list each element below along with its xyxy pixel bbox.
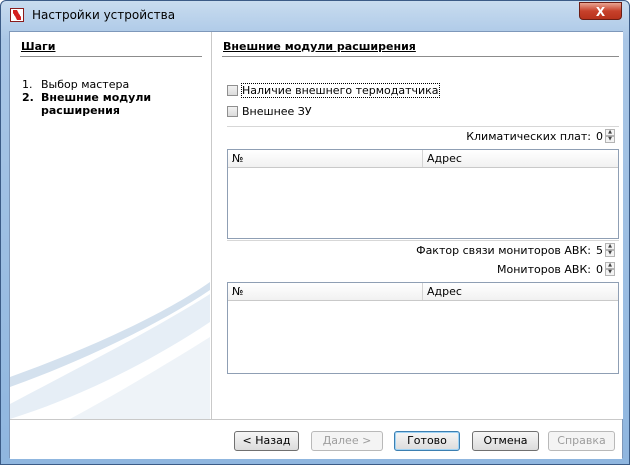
- spinner-up-icon[interactable]: ▲: [605, 243, 615, 250]
- climate-boards-row: Климатических плат: 0 ▲ ▼: [466, 129, 615, 145]
- spinner-down-icon[interactable]: ▼: [605, 269, 615, 276]
- avk-link-factor-label: Фактор связи мониторов АВК:: [416, 244, 591, 257]
- section-separator: [227, 126, 619, 127]
- close-button[interactable]: X: [579, 2, 622, 20]
- spinner-down-icon[interactable]: ▼: [605, 136, 615, 143]
- avk-monitors-row: Мониторов АВК: 0 ▲ ▼: [497, 262, 615, 278]
- step-label: Выбор мастера: [41, 78, 130, 91]
- section-separator: [227, 240, 619, 241]
- table-header: № Адрес: [228, 283, 618, 301]
- thermo-sensor-checkbox-row[interactable]: Наличие внешнего термодатчика: [227, 83, 440, 98]
- climate-boards-label: Климатических плат:: [466, 130, 591, 143]
- climate-boards-value[interactable]: 0: [594, 130, 603, 143]
- avk-link-factor-value[interactable]: 5: [594, 244, 603, 257]
- page-title: Внешние модули расширения: [223, 40, 416, 53]
- column-header-number[interactable]: №: [228, 283, 423, 300]
- climate-boards-spinner[interactable]: ▲ ▼: [605, 129, 615, 143]
- avk-link-factor-row: Фактор связи мониторов АВК: 5 ▲ ▼: [416, 243, 615, 259]
- step-number: 2.: [22, 91, 34, 104]
- title-bar[interactable]: Настройки устройства X: [1, 1, 629, 30]
- avk-link-factor-spinner[interactable]: ▲ ▼: [605, 243, 615, 257]
- cancel-button[interactable]: Отмена: [472, 431, 539, 451]
- avk-monitors-table[interactable]: № Адрес: [227, 282, 619, 374]
- step-number: 1.: [22, 78, 33, 91]
- dialog-client: Шаги 1. Выбор мастера 2. Внешние модули ра…: [9, 31, 623, 459]
- column-header-number[interactable]: №: [228, 150, 423, 167]
- external-charger-checkbox-row[interactable]: Внешнее ЗУ: [227, 105, 312, 119]
- external-charger-label[interactable]: Внешнее ЗУ: [242, 105, 312, 118]
- external-charger-checkbox[interactable]: [227, 106, 238, 117]
- wizard-window: Настройки устройства X Шаги 1. Выбор маст…: [0, 0, 630, 465]
- avk-monitors-label: Мониторов АВК:: [497, 263, 591, 276]
- spinner-up-icon[interactable]: ▲: [605, 129, 615, 136]
- table-header: № Адрес: [228, 150, 618, 168]
- back-button[interactable]: < Назад: [234, 431, 299, 451]
- column-header-address[interactable]: Адрес: [423, 283, 618, 300]
- thermo-sensor-checkbox[interactable]: [227, 85, 238, 96]
- column-header-address[interactable]: Адрес: [423, 150, 618, 167]
- avk-monitors-value[interactable]: 0: [594, 263, 603, 276]
- steps-panel: Шаги 1. Выбор мастера 2. Внешние модули ра…: [10, 32, 212, 419]
- step-item-2-current: 2. Внешние модули расширения: [22, 91, 181, 117]
- spinner-up-icon[interactable]: ▲: [605, 262, 615, 269]
- thermo-sensor-label[interactable]: Наличие внешнего термодатчика: [241, 83, 440, 98]
- window-title: Настройки устройства: [32, 8, 176, 22]
- steps-divider: [20, 56, 202, 57]
- spinner-down-icon[interactable]: ▼: [605, 250, 615, 257]
- next-button[interactable]: Далее >: [311, 431, 383, 451]
- title-divider: [222, 56, 619, 57]
- app-icon: [10, 8, 24, 22]
- content-panel: Внешние модули расширения Наличие внешне…: [212, 32, 623, 419]
- button-bar: < Назад Далее > Готово Отмена Справка: [10, 419, 622, 459]
- step-label: Внешние модули расширения: [41, 91, 152, 117]
- close-icon: X: [595, 5, 606, 19]
- steps-heading: Шаги: [21, 40, 56, 53]
- help-button[interactable]: Справка: [548, 431, 615, 451]
- finish-button[interactable]: Готово: [394, 431, 460, 451]
- climate-boards-table[interactable]: № Адрес: [227, 149, 619, 239]
- step-item-1: 1. Выбор мастера: [22, 78, 181, 91]
- avk-monitors-spinner[interactable]: ▲ ▼: [605, 262, 615, 276]
